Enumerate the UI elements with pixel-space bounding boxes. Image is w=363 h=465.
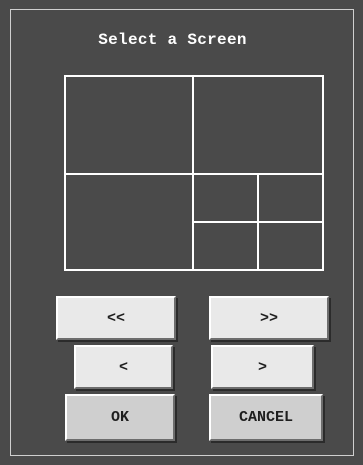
select-screen-dialog: Select a Screen << >> < > OK CANCEL xyxy=(0,0,363,465)
cancel-button[interactable]: CANCEL xyxy=(209,394,323,441)
first-screen-button[interactable]: << xyxy=(56,296,176,340)
previous-screen-button[interactable]: < xyxy=(74,345,173,389)
last-screen-button[interactable]: >> xyxy=(209,296,329,340)
ok-button[interactable]: OK xyxy=(65,394,175,441)
screen-layout-preview[interactable] xyxy=(64,75,324,271)
next-screen-button[interactable]: > xyxy=(211,345,314,389)
dialog-title: Select a Screen xyxy=(98,31,247,49)
screen-layout-grid xyxy=(64,75,324,271)
